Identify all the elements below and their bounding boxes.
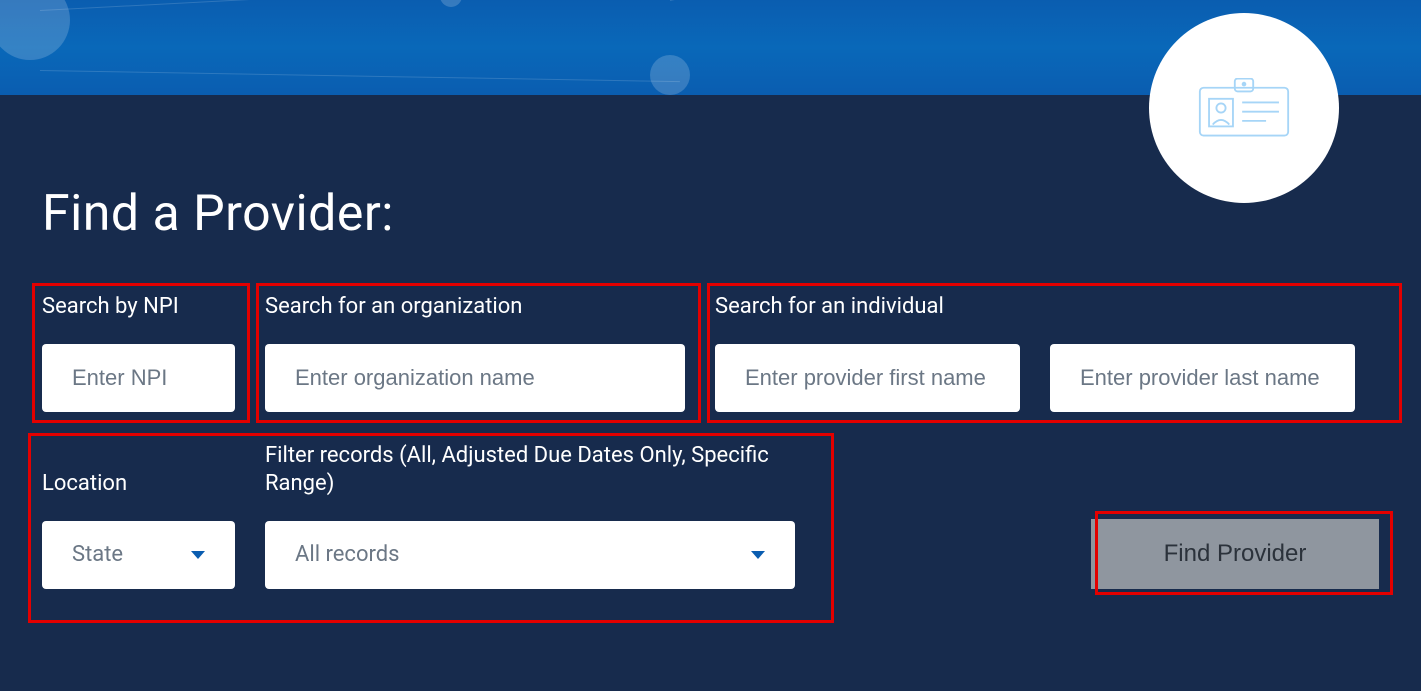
find-provider-button[interactable]: Find Provider — [1091, 519, 1379, 589]
organization-input[interactable] — [265, 344, 685, 412]
filter-select[interactable]: All records — [265, 521, 795, 589]
state-select-value: State — [72, 542, 179, 567]
label-location: Location — [42, 470, 235, 499]
label-filter: Filter records (All, Adjusted Due Dates … — [265, 442, 795, 499]
label-organization: Search for an organization — [265, 293, 685, 322]
label-individual: Search for an individual — [715, 293, 1355, 322]
chevron-down-icon — [191, 551, 205, 559]
last-name-input[interactable] — [1050, 344, 1355, 412]
state-select[interactable]: State — [42, 521, 235, 589]
first-name-input[interactable] — [715, 344, 1020, 412]
npi-input[interactable] — [42, 344, 235, 412]
chevron-down-icon — [751, 551, 765, 559]
filter-select-value: All records — [295, 542, 739, 567]
label-npi: Search by NPI — [42, 293, 235, 322]
search-panel: Find a Provider: Search by NPI Search fo… — [0, 95, 1421, 691]
search-form: Search by NPI Search for an organization… — [42, 293, 1379, 589]
id-badge-circle — [1149, 13, 1339, 203]
id-badge-icon — [1198, 78, 1290, 138]
